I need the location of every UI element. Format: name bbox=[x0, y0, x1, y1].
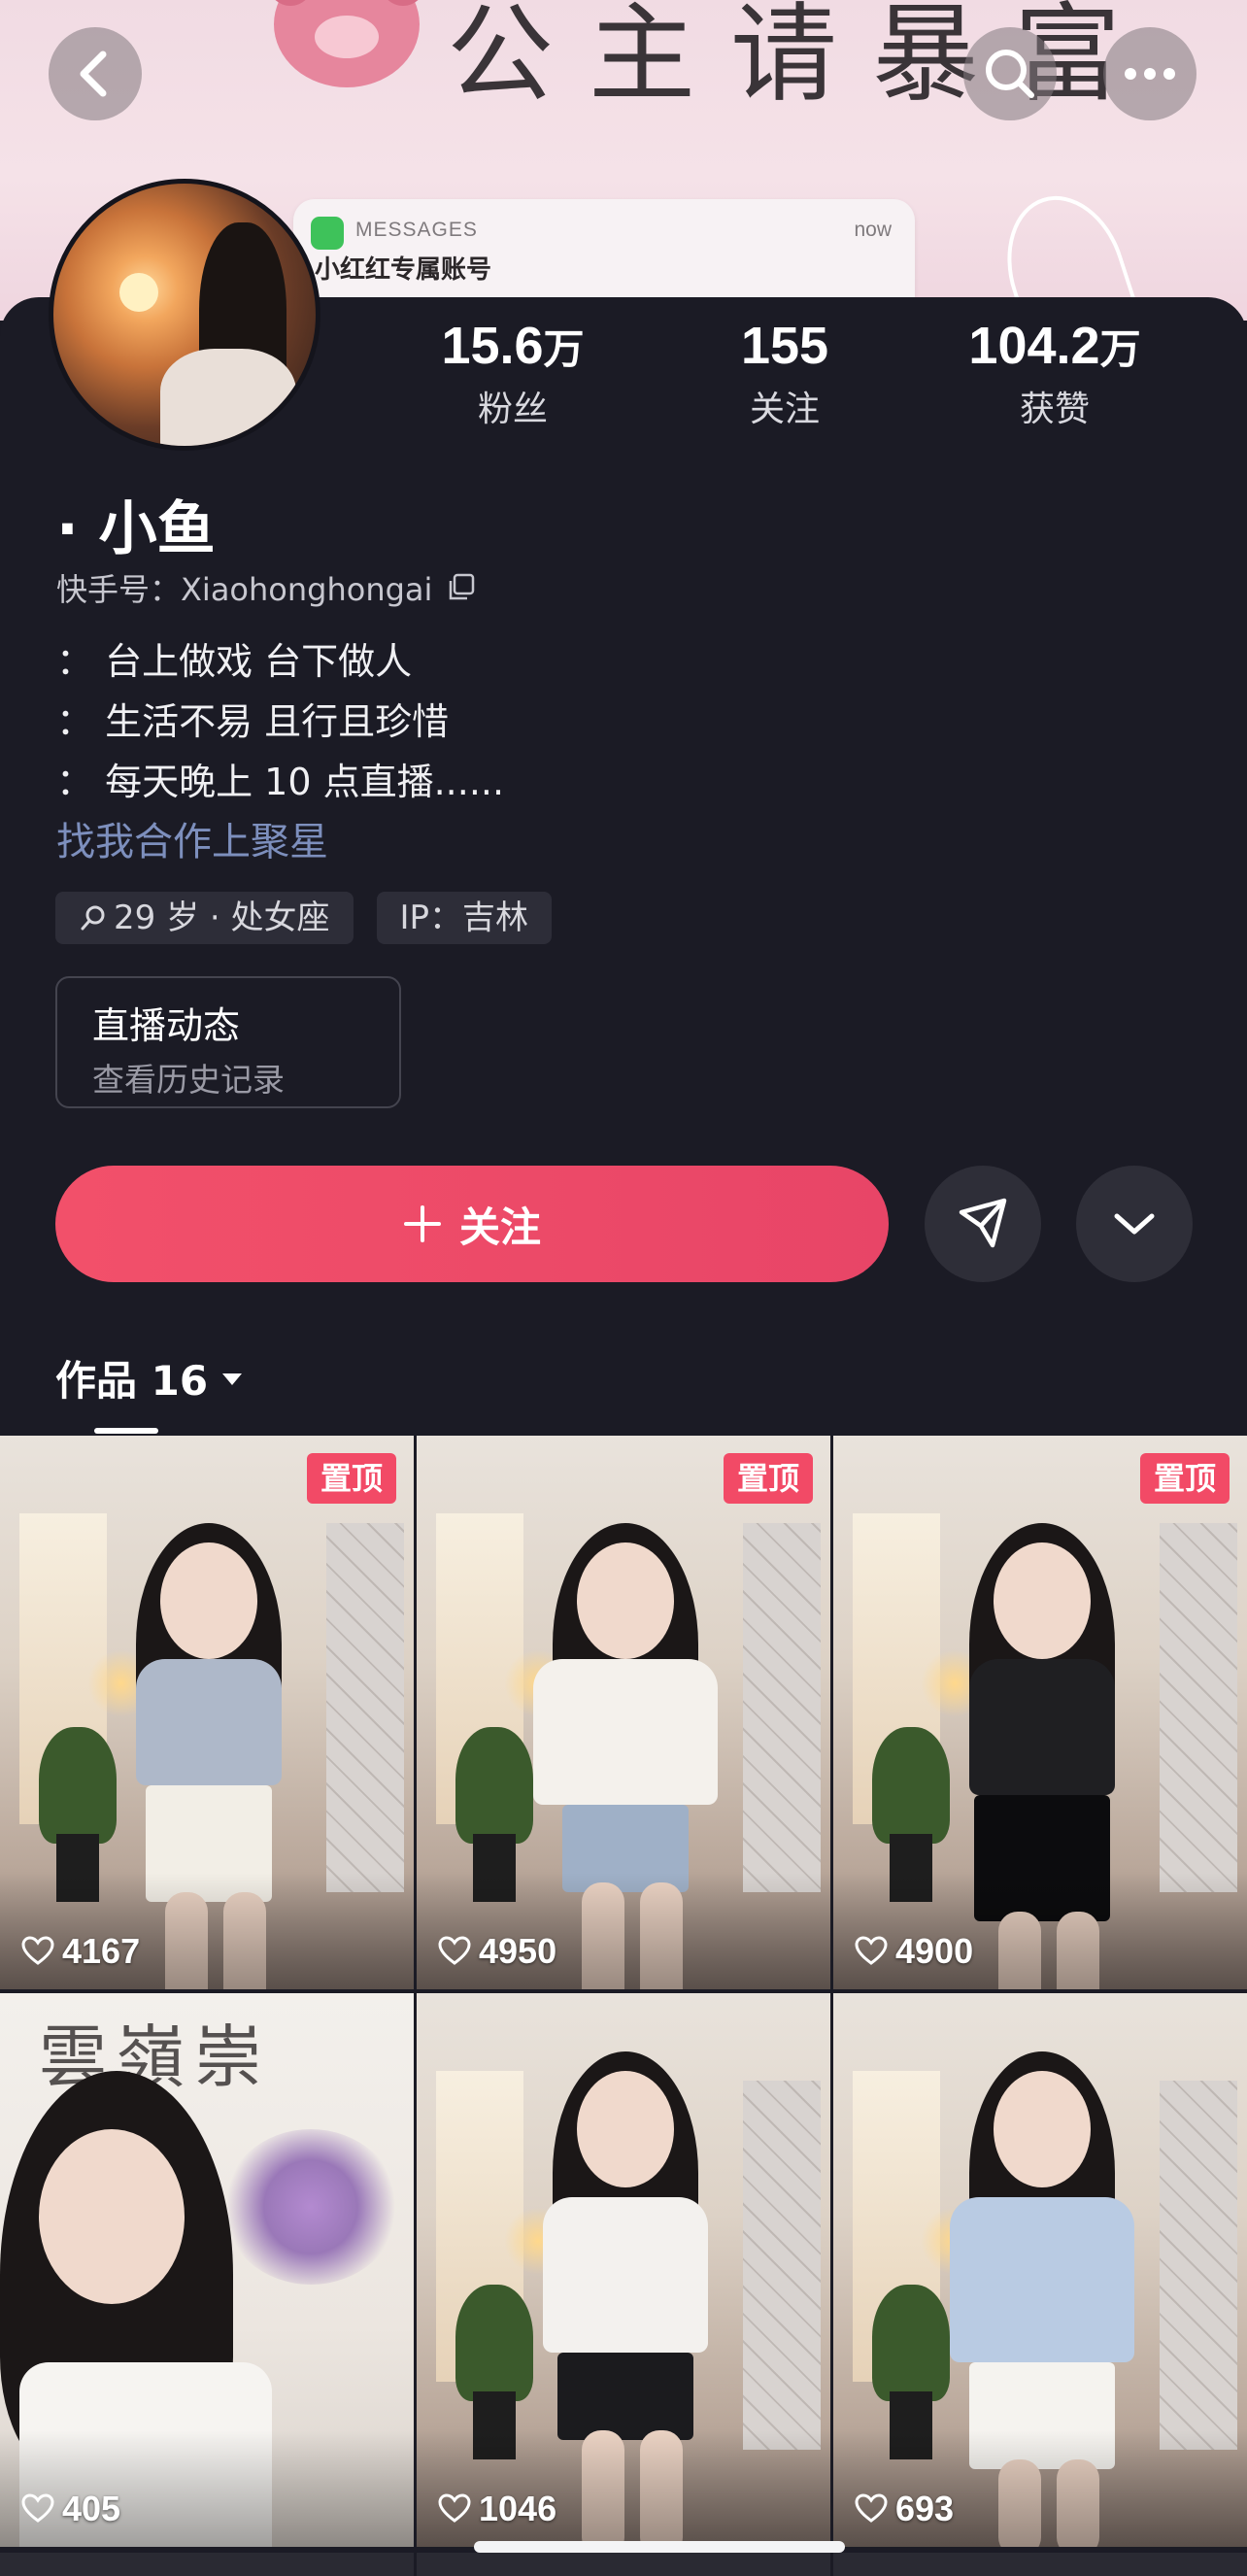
search-icon bbox=[81, 905, 105, 931]
notification-time: now bbox=[854, 219, 892, 241]
kuaishou-id: 快手号：Xiaohonghongai bbox=[56, 565, 477, 610]
avatar[interactable] bbox=[49, 179, 320, 451]
live-subtitle: 查看历史记录 bbox=[92, 1061, 285, 1099]
like-count: 4900 bbox=[855, 1931, 973, 1972]
more-icon bbox=[1125, 68, 1175, 80]
like-count: 405 bbox=[21, 2489, 120, 2529]
stat-followers[interactable]: 15.6万 粉丝 bbox=[396, 317, 629, 431]
tag-text: IP：吉林 bbox=[399, 898, 529, 937]
bio-line: ： 生活不易 且行且珍惜 bbox=[56, 700, 450, 743]
notification-app: MESSAGES bbox=[355, 219, 478, 241]
heart-icon bbox=[438, 2493, 471, 2523]
back-icon bbox=[80, 51, 107, 97]
live-title: 直播动态 bbox=[92, 1004, 241, 1047]
tab-works-label: 作品 16 bbox=[55, 1357, 209, 1405]
pinned-badge: 置顶 bbox=[1139, 1453, 1230, 1504]
stat-label: 关注 bbox=[749, 390, 820, 429]
video-item[interactable]: 693 bbox=[833, 1993, 1247, 2547]
pinned-badge: 置顶 bbox=[306, 1453, 396, 1504]
like-count: 4167 bbox=[21, 1931, 140, 1972]
next-row-peek bbox=[417, 2553, 830, 2576]
back-button[interactable] bbox=[49, 27, 142, 120]
copy-icon[interactable] bbox=[446, 572, 477, 603]
home-indicator[interactable] bbox=[474, 2541, 845, 2553]
tab-works[interactable]: 作品 16 bbox=[55, 1348, 245, 1407]
bio-line: ： 每天晚上 10 点直播...... bbox=[56, 761, 505, 803]
plus-icon bbox=[403, 1205, 441, 1242]
kuaishou-id-text: 快手号：Xiaohonghongai bbox=[56, 571, 433, 608]
video-item[interactable]: 置顶 4950 bbox=[417, 1436, 830, 1989]
stat-label: 获赞 bbox=[1019, 390, 1090, 429]
video-item[interactable]: 雲嶺崇 405 bbox=[0, 1993, 414, 2547]
notification-text: 小红红专属账号 bbox=[315, 255, 492, 285]
follow-label: 关注 bbox=[458, 1203, 541, 1251]
like-count-value: 1046 bbox=[479, 2489, 557, 2528]
like-count-value: 405 bbox=[62, 2489, 121, 2528]
like-count-value: 693 bbox=[895, 2489, 955, 2528]
profile-name: · 小鱼 bbox=[56, 495, 216, 563]
stat-value: 155 bbox=[740, 317, 829, 375]
tab-underline bbox=[94, 1428, 158, 1434]
like-count-value: 4900 bbox=[895, 1931, 974, 1971]
follow-button[interactable]: 关注 bbox=[55, 1166, 889, 1282]
like-count-value: 4950 bbox=[479, 1931, 557, 1971]
video-item[interactable]: 置顶 4167 bbox=[0, 1436, 414, 1989]
video-item[interactable]: 1046 bbox=[417, 1993, 830, 2547]
send-icon bbox=[959, 1198, 1007, 1248]
stat-unit: 万 bbox=[543, 325, 585, 373]
share-button[interactable] bbox=[925, 1166, 1041, 1282]
heart-icon bbox=[855, 2493, 888, 2523]
heart-icon bbox=[21, 2493, 54, 2523]
promo-link[interactable]: 找我合作上聚星 bbox=[56, 810, 328, 866]
search-button[interactable] bbox=[963, 27, 1057, 120]
stat-following[interactable]: 155 关注 bbox=[668, 317, 901, 431]
stat-label: 粉丝 bbox=[477, 390, 548, 429]
tag-ip[interactable]: IP：吉林 bbox=[376, 892, 553, 944]
next-row-peek bbox=[833, 2553, 1247, 2576]
more-button[interactable] bbox=[1103, 27, 1196, 120]
like-count-value: 4167 bbox=[62, 1931, 141, 1971]
stat-unit: 万 bbox=[1099, 325, 1141, 373]
profile-tags: 29 岁 · 处女座 IP：吉林 bbox=[55, 892, 553, 944]
like-count: 1046 bbox=[438, 2489, 556, 2529]
stat-value: 104.2 bbox=[968, 317, 1100, 375]
tag-age[interactable]: 29 岁 · 处女座 bbox=[55, 892, 354, 944]
heart-icon bbox=[21, 1936, 54, 1965]
next-row-peek bbox=[0, 2553, 414, 2576]
pinned-badge: 置顶 bbox=[723, 1453, 813, 1504]
bear-sticker bbox=[268, 0, 425, 87]
tag-text: 29 岁 · 处女座 bbox=[114, 898, 330, 937]
more-options-button[interactable] bbox=[1076, 1166, 1193, 1282]
heart-icon bbox=[855, 1936, 888, 1965]
chevron-down-icon bbox=[1114, 1213, 1155, 1235]
live-history-card[interactable]: 直播动态 查看历史记录 bbox=[55, 976, 401, 1108]
like-count: 4950 bbox=[438, 1931, 556, 1972]
heart-icon bbox=[438, 1936, 471, 1965]
search-icon bbox=[986, 50, 1034, 98]
messages-icon bbox=[311, 217, 344, 250]
stat-value: 15.6 bbox=[441, 317, 544, 375]
caret-down-icon bbox=[222, 1373, 243, 1385]
stat-likes[interactable]: 104.2万 获赞 bbox=[938, 317, 1171, 431]
video-item[interactable]: 置顶 4900 bbox=[833, 1436, 1247, 1989]
like-count: 693 bbox=[855, 2489, 954, 2529]
bio-line: ： 台上做戏 台下做人 bbox=[56, 640, 413, 683]
